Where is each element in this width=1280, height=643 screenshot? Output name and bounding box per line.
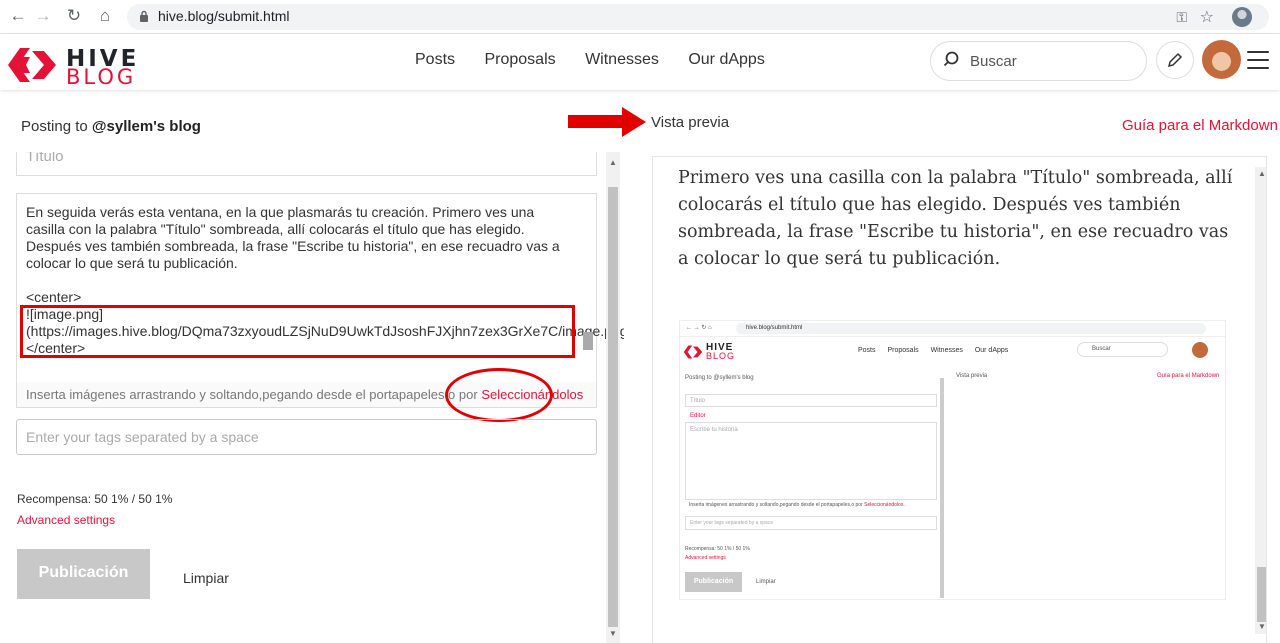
preview-pane: Primero ves una casilla con la palabra "…: [652, 156, 1267, 643]
advanced-settings-link[interactable]: Advanced settings: [17, 513, 115, 527]
mini-clear: Limpiar: [756, 579, 776, 585]
preview-scroll-down-icon[interactable]: ▼: [1255, 622, 1266, 631]
mini-upload-link: Seleccionándolos.: [864, 502, 905, 508]
mini-nav-icons: ← → ↻ ⌂: [686, 325, 712, 331]
mini-title-ph: Título: [690, 398, 706, 404]
embedded-screenshot: ← → ↻ ⌂ hive.blog/submit.html HIVE BLOG …: [679, 320, 1226, 600]
mini-logo-blog: BLOG: [706, 351, 736, 361]
search-input[interactable]: Buscar: [930, 41, 1147, 81]
pencil-icon: [1167, 52, 1183, 68]
editor-pane: Título En seguida verás esta ventana, en…: [0, 152, 624, 643]
key-icon[interactable]: ⚿: [1176, 9, 1187, 26]
menu-icon[interactable]: [1247, 51, 1269, 69]
mini-advanced: Advanced settings: [685, 555, 726, 561]
upload-text: Inserta imágenes arrastrando y soltando,…: [26, 387, 482, 402]
browser-profile-icon[interactable]: [1232, 7, 1252, 27]
mini-publish: Publicación: [685, 572, 742, 592]
mini-upload-text: Inserta imágenes arrastrando y soltando,…: [689, 502, 865, 508]
forward-icon[interactable]: →: [32, 6, 54, 26]
posting-to: Posting to @syllem's blog: [21, 118, 201, 135]
write-post-button[interactable]: [1156, 41, 1194, 79]
back-icon[interactable]: ←: [7, 6, 29, 26]
title-input[interactable]: Título: [16, 152, 597, 176]
nav-proposals[interactable]: Proposals: [484, 51, 555, 68]
logo-text-blog: BLOG: [66, 65, 137, 89]
posting-prefix: Posting to: [21, 118, 92, 135]
editor-scrollbar-thumb[interactable]: [608, 187, 618, 627]
mini-nav-dapps: Our dApps: [974, 347, 1009, 354]
mini-upload-hint: Inserta imágenes arrastrando y soltando,…: [689, 502, 905, 508]
nav-posts[interactable]: Posts: [415, 51, 455, 68]
browser-toolbar: ← → ↻ ⌂ hive.blog/submit.html ⚿ ☆: [0, 0, 1280, 34]
mini-body-ph: Escribe tu historia: [690, 427, 738, 433]
mini-search: Buscar: [1077, 342, 1168, 357]
mini-scrollbar: [940, 378, 944, 598]
posting-blog[interactable]: @syllem's blog: [92, 118, 201, 135]
mini-body-field: Escribe tu historia: [685, 422, 937, 500]
url-text: hive.blog/submit.html: [158, 8, 290, 24]
highlight-rectangle: [20, 305, 575, 358]
preview-scroll-up-icon[interactable]: ▲: [1255, 169, 1266, 178]
reload-icon[interactable]: ↻: [63, 6, 85, 26]
avatar[interactable]: [1202, 40, 1241, 79]
tags-placeholder: Enter your tags separated by a space: [26, 429, 259, 445]
publish-button[interactable]: Publicación: [17, 549, 150, 599]
mini-title-field: Título: [685, 394, 937, 407]
mini-nav: Posts Proposals Witnesses Our dApps: [858, 347, 1018, 354]
mini-nav-witnesses: Witnesses: [930, 347, 963, 354]
mini-browser-bar: ← → ↻ ⌂ hive.blog/submit.html: [680, 321, 1225, 337]
nav-witnesses[interactable]: Witnesses: [585, 51, 659, 68]
scroll-down-icon[interactable]: ▼: [606, 629, 620, 638]
mini-nav-posts: Posts: [858, 347, 876, 354]
mini-posting-to: Posting to @syllem's blog: [685, 375, 754, 381]
preview-scrollbar-thumb[interactable]: [1257, 567, 1266, 622]
site-header: HIVE BLOG Posts Proposals Witnesses Our …: [0, 34, 1280, 90]
lock-icon: [140, 10, 148, 22]
mini-tags-field: Enter your tags separated by a space: [685, 516, 937, 530]
nav-our-dapps[interactable]: Our dApps: [688, 51, 764, 68]
preview-scrollbar[interactable]: [1255, 167, 1266, 634]
search-placeholder: Buscar: [970, 53, 1017, 70]
home-icon[interactable]: ⌂: [94, 6, 116, 26]
markdown-guide-link[interactable]: Guía para el Markdown: [1122, 117, 1278, 134]
mini-nav-proposals: Proposals: [887, 347, 919, 354]
mini-preview-label: Vista previa: [956, 373, 988, 379]
tags-input[interactable]: Enter your tags separated by a space: [16, 419, 597, 455]
bookmark-star-icon[interactable]: ☆: [1200, 7, 1214, 27]
clear-button[interactable]: Limpiar: [183, 570, 229, 586]
mini-hive-logo-icon: [683, 345, 703, 359]
preview-text: Primero ves una casilla con la palabra "…: [678, 168, 1233, 269]
hive-logo-icon: [8, 48, 56, 82]
mini-avatar: [1192, 342, 1208, 358]
mini-editor-tab: Editor: [690, 413, 706, 419]
address-bar[interactable]: hive.blog/submit.html ⚿ ☆: [127, 4, 1269, 30]
reward-text: Recompensa: 50 1% / 50 1%: [17, 492, 173, 506]
mini-guide-link: Guía para el Markdown: [1157, 373, 1220, 379]
mini-reward: Recompensa: 50 1% / 50 1%: [685, 546, 750, 552]
mini-url: hive.blog/submit.html: [736, 323, 1206, 334]
highlight-ellipse: [445, 368, 553, 422]
main-nav: Posts Proposals Witnesses Our dApps: [415, 51, 790, 69]
mini-tags-ph: Enter your tags separated by a space: [690, 520, 774, 526]
search-icon: [943, 51, 959, 67]
red-arrow-icon: [568, 107, 646, 137]
title-placeholder: Título: [26, 152, 64, 165]
preview-heading: Vista previa: [651, 114, 730, 131]
textarea-scrollbar[interactable]: [583, 332, 593, 350]
hive-blog-logo[interactable]: HIVE BLOG: [6, 42, 156, 89]
scroll-up-icon[interactable]: ▲: [606, 158, 620, 167]
